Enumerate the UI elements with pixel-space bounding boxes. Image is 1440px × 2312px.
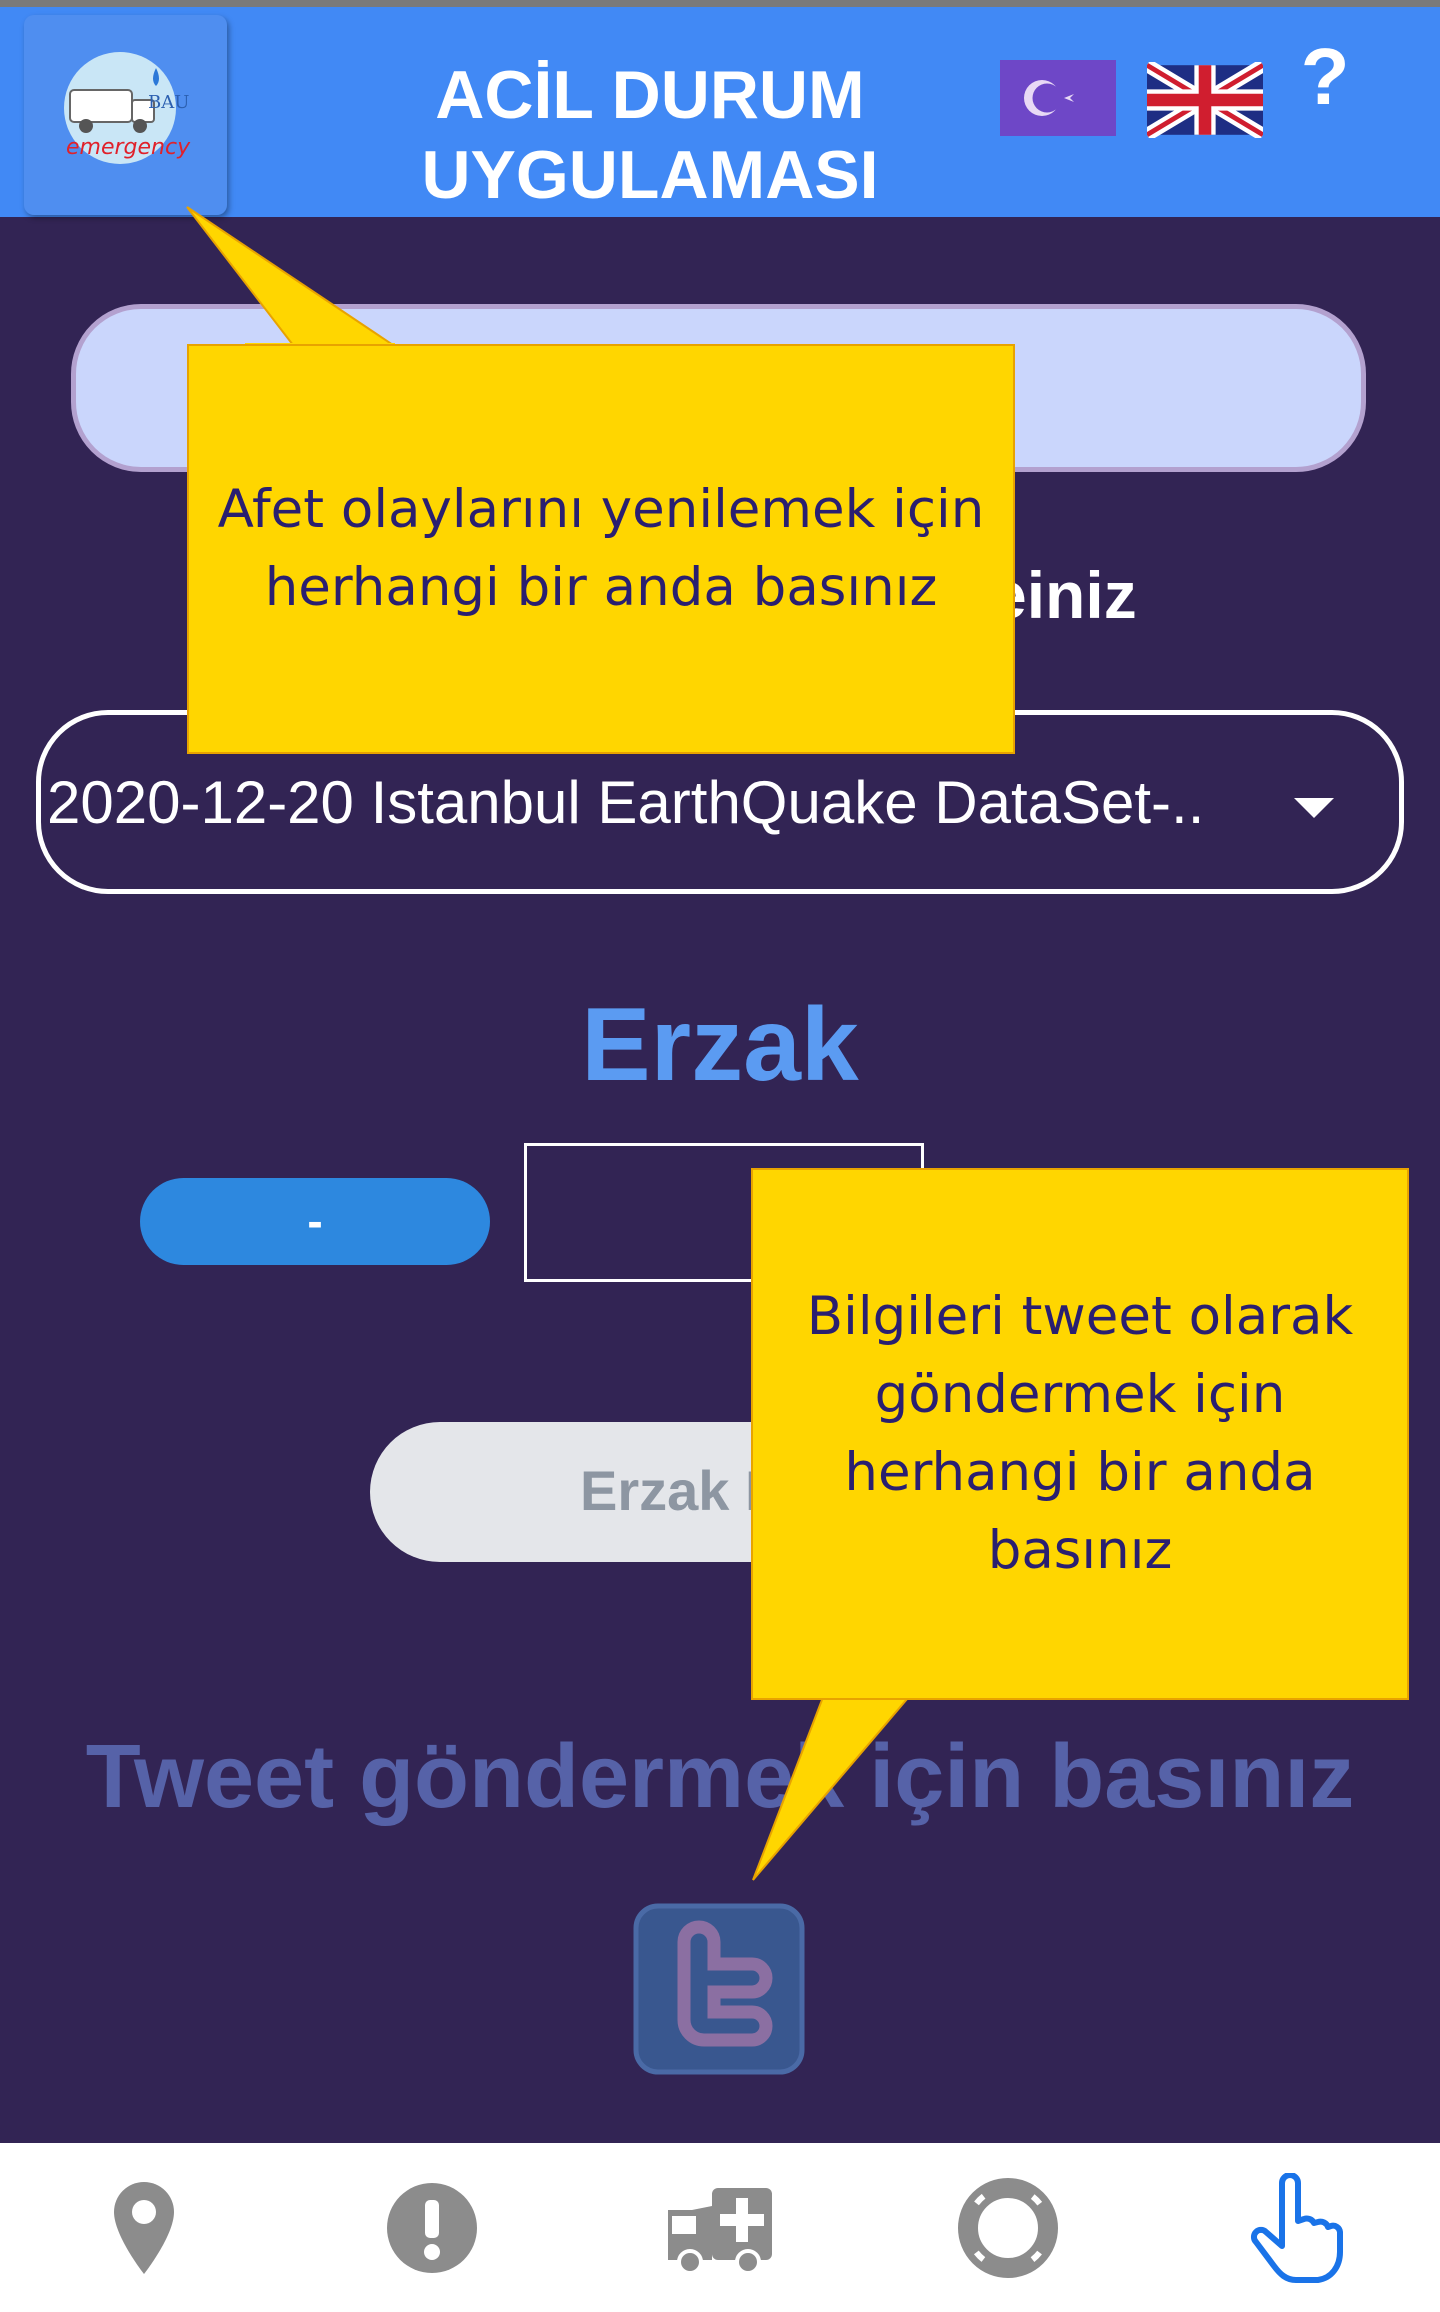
- tooltip-pointer-bottom: [752, 1690, 920, 1881]
- bottom-navigation: [0, 2143, 1440, 2312]
- tooltip-pointer-top: [186, 206, 397, 350]
- nav-ambulance[interactable]: [650, 2163, 790, 2293]
- svg-text:BAU: BAU: [148, 92, 189, 113]
- life-ring-icon: [958, 2177, 1058, 2278]
- app-title-line1: ACİL DURUM: [435, 57, 865, 133]
- tweet-hint-tooltip: Bilgileri tweet olarak göndermek için he…: [751, 1168, 1409, 1700]
- exclamation-icon: [387, 2182, 477, 2273]
- refresh-hint-tooltip: Afet olaylarını yenilemek için herhangi …: [187, 344, 1015, 754]
- nav-manual-entry[interactable]: [1226, 2163, 1366, 2293]
- decrement-button[interactable]: -: [140, 1178, 490, 1265]
- turkish-flag-button[interactable]: [1000, 60, 1116, 136]
- chevron-down-icon: [1294, 798, 1334, 818]
- app-header: BAU emergency ACİL DURUM UYGULAMASI ?: [0, 7, 1440, 217]
- help-button[interactable]: ?: [1290, 27, 1360, 127]
- app-title: ACİL DURUM UYGULAMASI: [390, 55, 910, 215]
- dataset-selected-value: 2020-12-20 Istanbul EarthQuake DataSet-.…: [47, 769, 1205, 836]
- nav-map[interactable]: [74, 2163, 214, 2293]
- status-strip: [0, 0, 1440, 7]
- ambulance-icon: [668, 2187, 772, 2275]
- svg-text:emergency: emergency: [66, 135, 191, 160]
- nav-alerts[interactable]: [362, 2163, 502, 2293]
- hand-pointer-icon: [1250, 2172, 1343, 2283]
- english-flag-button[interactable]: [1147, 62, 1263, 138]
- twitter-button[interactable]: [632, 1902, 806, 2076]
- app-title-line2: UYGULAMASI: [421, 137, 879, 213]
- tweet-heading: Tweet göndermek için basınız: [85, 1727, 1355, 1827]
- supply-section-title: Erzak: [581, 987, 859, 1103]
- map-marker-icon: [114, 2181, 174, 2274]
- app-logo[interactable]: BAU emergency: [24, 15, 227, 215]
- dataset-select-label: einiz: [990, 558, 1137, 632]
- logo-emblem-icon: BAU emergency: [64, 52, 191, 164]
- nav-help-center[interactable]: [938, 2163, 1078, 2293]
